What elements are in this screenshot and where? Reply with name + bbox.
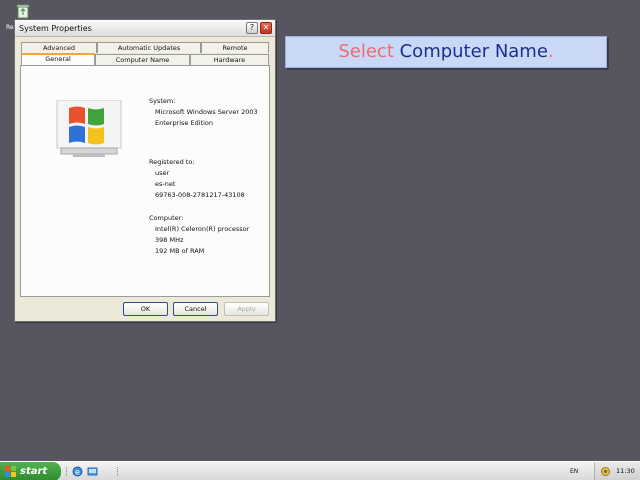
registration-info: Registered to: user es-net 69763-008-278… [149,157,245,201]
taskbar: start e EN 11:30 [0,461,640,480]
apply-button[interactable]: Apply [224,302,269,316]
registered-org: es-net [155,180,176,188]
system-tray: 11:30 [594,462,640,480]
cancel-button[interactable]: Cancel [173,302,218,316]
instruction-punct: . [547,41,554,62]
os-name: Microsoft Windows Server 2003 [155,108,258,116]
taskbar-grip[interactable] [117,467,119,476]
language-indicator[interactable]: EN [570,468,578,475]
windows-flag-icon [5,466,16,477]
tab-advanced[interactable]: Advanced [21,42,97,53]
help-button[interactable]: ? [246,22,258,34]
close-button[interactable]: ✕ [260,22,272,34]
computer-heading: Computer: [149,214,184,222]
computer-info: Computer: Intel(R) Celeron(R) processor … [149,213,249,257]
dialog-titlebar[interactable]: System Properties ? ✕ [15,20,275,37]
ram-amount: 192 MB of RAM [155,247,205,255]
network-tray-icon[interactable] [600,466,611,477]
os-edition: Enterprise Edition [155,119,213,127]
start-button[interactable]: start [0,462,61,480]
windows-logo-monitor-icon [56,100,122,157]
tab-general[interactable]: General [21,53,95,65]
instruction-verb: Select [338,41,394,62]
general-tab-panel: System: Microsoft Windows Server 2003 En… [20,65,270,297]
tab-computer-name[interactable]: Computer Name [95,54,190,65]
dialog-title: System Properties [19,24,92,33]
cpu-speed: 398 MHz [155,236,184,244]
registered-user: user [155,169,170,177]
system-properties-dialog: System Properties ? ✕ Advanced Automatic… [14,19,276,322]
product-id: 69763-008-2781217-43108 [155,191,245,199]
tab-automatic-updates[interactable]: Automatic Updates [97,42,201,53]
start-label: start [20,466,48,477]
clock[interactable]: 11:30 [616,467,635,475]
recycle-bin-label: Re [6,24,14,31]
show-desktop-icon[interactable] [87,466,98,477]
registered-heading: Registered to: [149,158,195,166]
cpu-name: Intel(R) Celeron(R) processor [155,225,250,233]
recycle-bin-icon [16,4,30,19]
internet-explorer-icon[interactable]: e [72,466,83,477]
tab-hardware[interactable]: Hardware [190,54,269,65]
system-info: System: Microsoft Windows Server 2003 En… [149,96,258,129]
tab-remote[interactable]: Remote [201,42,269,53]
instruction-banner: Select Computer Name. [285,36,607,68]
system-heading: System: [149,97,176,105]
taskbar-grip[interactable] [66,467,68,476]
ok-button[interactable]: OK [123,302,168,316]
svg-text:e: e [75,468,80,477]
instruction-target: Computer Name [399,41,548,62]
